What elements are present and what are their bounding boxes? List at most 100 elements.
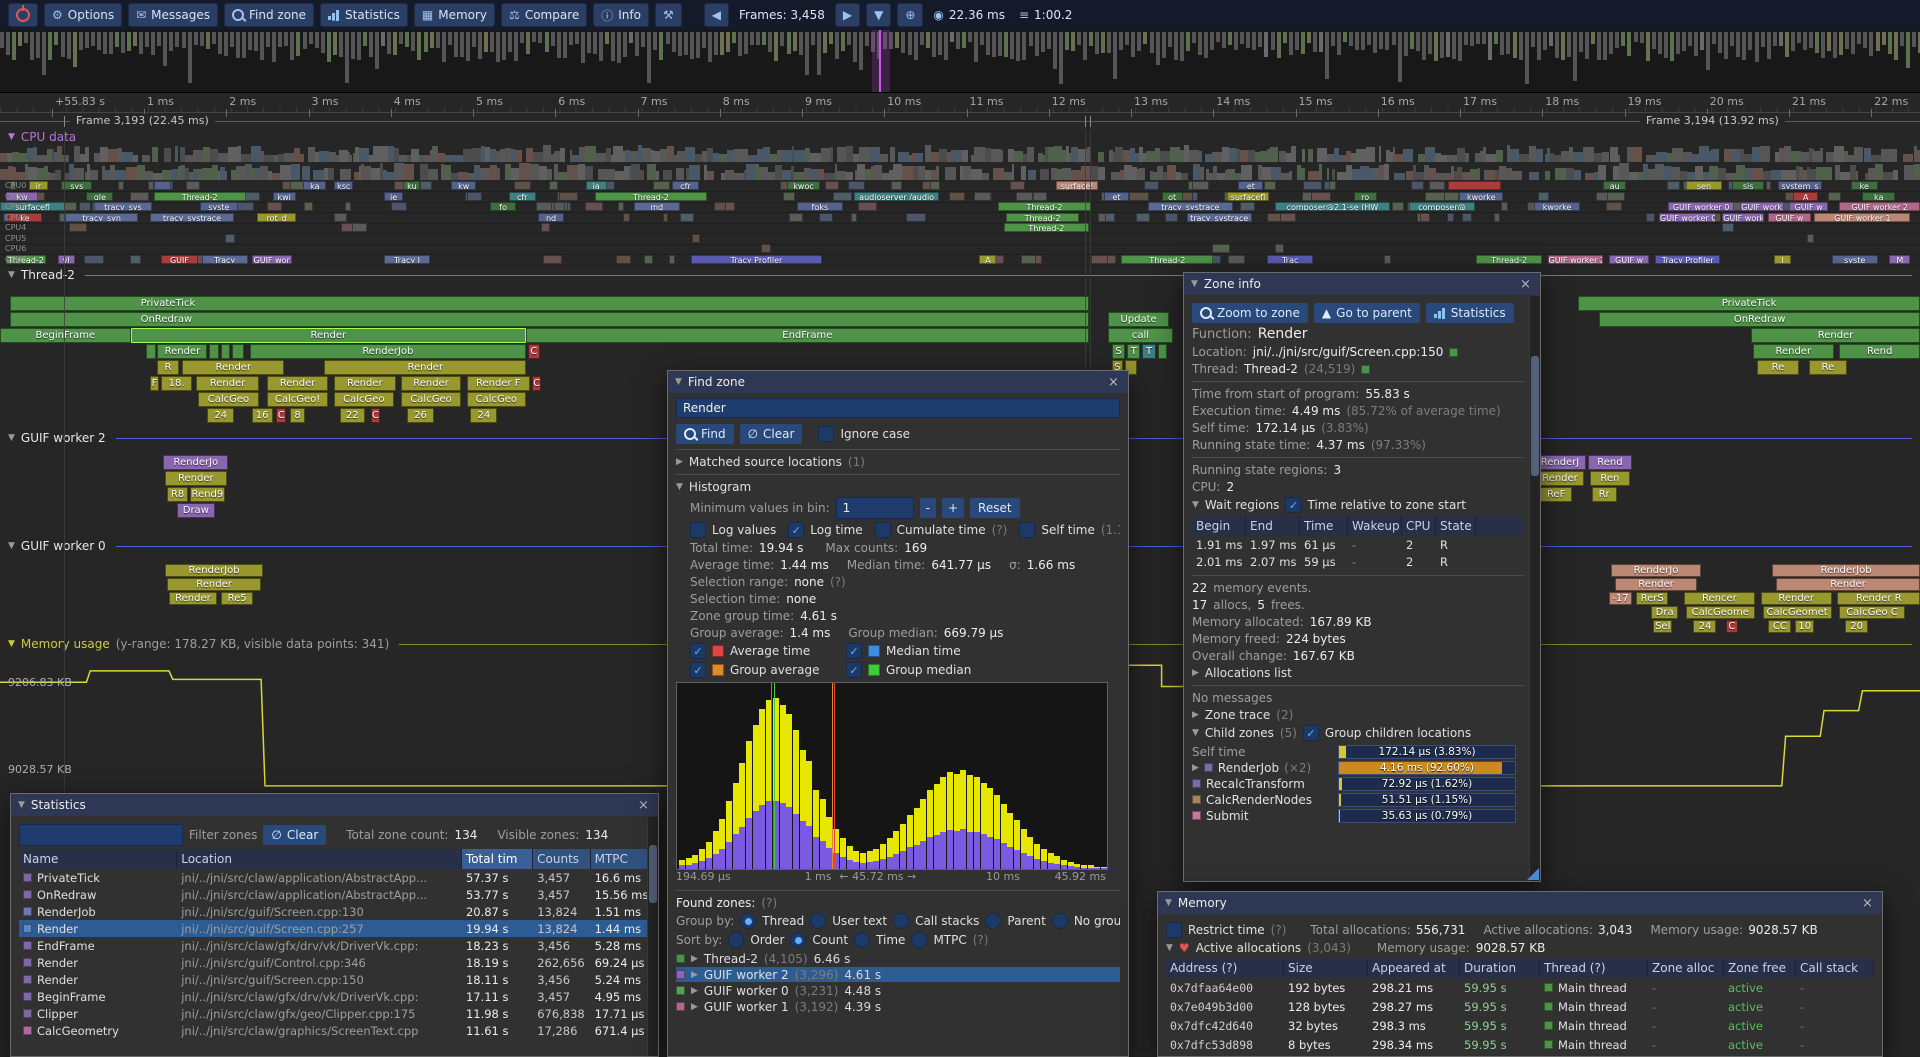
frame-bar[interactable] (1192, 32, 1196, 43)
expand-icon[interactable]: ▶ (1192, 668, 1199, 678)
frame-bar[interactable] (581, 32, 585, 63)
allocation-row[interactable]: 0x7e049b3d00128 bytes298.27 ms59.95 sMai… (1166, 997, 1874, 1016)
cpu-zone[interactable]: ke (1851, 181, 1878, 190)
sort-by-time[interactable] (854, 932, 870, 948)
frame-bar[interactable] (1531, 32, 1535, 47)
frame-bar[interactable] (1071, 32, 1075, 51)
frame-bar[interactable] (1083, 32, 1087, 60)
frame-bar[interactable] (1482, 32, 1486, 44)
zone-statistics-button[interactable]: Statistics (1426, 303, 1514, 323)
frame-bar[interactable] (787, 32, 791, 54)
cpu-zone[interactable] (1607, 192, 1625, 201)
timeline-zone[interactable]: RenderJob (1772, 564, 1920, 577)
timeline-zone[interactable]: BeginFrame (0, 328, 131, 343)
cpu-zone[interactable]: surface! (1056, 181, 1098, 190)
alloc-column-address-[interactable]: Address (?) (1166, 958, 1284, 978)
table-row[interactable]: EndFramejni/../jni/src/claw/gfx/drv/vk/D… (19, 937, 650, 954)
cpu-zone[interactable] (69, 223, 87, 232)
cpu-zone[interactable]: audioserver /audio (854, 192, 938, 201)
frame-bar[interactable] (629, 32, 633, 43)
cpu-zone[interactable]: GUIF w (1789, 202, 1827, 211)
frame-bar[interactable] (1458, 32, 1462, 61)
cpu-zone[interactable]: GUIF w (1768, 213, 1810, 222)
frame-bar[interactable] (768, 32, 772, 52)
time-ruler[interactable]: +55.83 s 1 ms2 ms3 ms4 ms5 ms6 ms7 ms8 m… (0, 93, 1920, 113)
cpu-zone[interactable] (1828, 192, 1841, 201)
group-by-no-grouping[interactable] (1052, 913, 1068, 929)
allocation-row[interactable]: 0x7dfc42d64032 bytes298.3 ms59.95 sMain … (1166, 1016, 1874, 1035)
alloc-column-appeared-at[interactable]: Appeared at (1368, 958, 1460, 978)
timeline-zone[interactable]: Render (1751, 328, 1920, 343)
frame-bar[interactable] (218, 32, 222, 54)
timeline-zone[interactable]: RenderJob (165, 564, 263, 577)
frame-bar[interactable] (587, 32, 591, 53)
frame-bar[interactable] (1150, 32, 1154, 53)
restrict-time-checkbox[interactable] (1166, 922, 1182, 938)
frame-bar[interactable] (175, 32, 179, 47)
find-button[interactable]: Find (676, 424, 734, 444)
self-time-checkbox[interactable] (1019, 522, 1035, 538)
frame-bar[interactable] (290, 32, 294, 60)
frame-bar[interactable] (974, 32, 978, 62)
frame-bar[interactable] (496, 32, 500, 62)
frame-bar[interactable] (1143, 32, 1147, 44)
timeline-zone[interactable]: CalcGeome (1686, 606, 1755, 619)
cpu-zone[interactable]: ir (29, 181, 48, 190)
cpu-zone[interactable] (186, 181, 200, 190)
thread-color-square[interactable] (1361, 365, 1370, 374)
wait-column-state[interactable]: State (1436, 516, 1476, 536)
cpu-zone[interactable] (543, 255, 562, 264)
cpu-zone[interactable] (618, 202, 624, 211)
cumulate-time-checkbox[interactable] (875, 522, 891, 538)
find-zone-histogram[interactable] (676, 682, 1108, 870)
frame-bar[interactable] (1434, 32, 1438, 61)
frame-bar[interactable] (188, 32, 192, 83)
frame-bar[interactable] (1355, 32, 1359, 50)
frame-bar[interactable] (623, 32, 627, 57)
frame-bar[interactable] (1779, 32, 1783, 46)
frame-bar[interactable] (387, 32, 391, 54)
group-by-user-text[interactable] (810, 913, 826, 929)
cpu-zone[interactable] (761, 244, 770, 253)
cpu-zone[interactable]: GUIF wor (252, 255, 292, 264)
timeline-zone[interactable]: 18. (161, 376, 192, 391)
cpu-zone[interactable] (554, 202, 565, 211)
frame-bar[interactable] (1519, 32, 1523, 60)
info-button[interactable]: ⓘInfo (593, 3, 649, 27)
cpu-zone[interactable] (1010, 181, 1025, 190)
cpu-zone[interactable]: Tracy (202, 255, 248, 264)
cpu-zone[interactable] (789, 213, 803, 222)
frame-bar[interactable] (1271, 32, 1275, 50)
frame-bar[interactable] (284, 32, 288, 46)
frame-bar[interactable] (980, 32, 984, 45)
frame-bar[interactable] (1537, 32, 1541, 60)
cpu-zone[interactable] (549, 181, 558, 190)
timeline-zone[interactable]: Ren (1590, 471, 1630, 486)
cpu-zone[interactable]: system_s (1778, 181, 1822, 190)
timeline-zone[interactable]: Render (1776, 578, 1920, 591)
frame-bar[interactable] (1513, 32, 1517, 58)
cpu-zone[interactable]: I (1774, 255, 1791, 264)
frame-bar[interactable] (1404, 32, 1408, 56)
timeline-zone[interactable]: RenderJo (1611, 564, 1701, 577)
timeline-zone[interactable]: 20 (1845, 620, 1868, 633)
expand-icon[interactable]: ▶ (691, 1002, 698, 1012)
cpu-zone[interactable] (541, 223, 551, 232)
scrollbar-thumb[interactable] (649, 845, 657, 903)
frame-bar[interactable] (484, 32, 488, 52)
column-header-counts[interactable]: Counts (533, 849, 590, 869)
frame-bar[interactable] (1888, 32, 1892, 54)
timeline-zone[interactable]: Render (131, 328, 527, 343)
frame-bar[interactable] (1410, 32, 1414, 49)
expand-icon[interactable]: ▶ (1192, 710, 1199, 720)
frame-bar[interactable] (1543, 32, 1547, 50)
frame-bar[interactable] (1053, 32, 1057, 69)
cpu-zone[interactable] (1646, 213, 1656, 222)
alloc-column-thread-[interactable]: Thread (?) (1540, 958, 1648, 978)
cpu-zone[interactable] (1538, 192, 1549, 201)
frame-bar[interactable] (1676, 32, 1680, 54)
frame-bar[interactable] (1234, 32, 1238, 50)
cpu-zone[interactable] (1136, 213, 1149, 222)
cpu-zone[interactable] (304, 202, 313, 211)
collapse-icon[interactable]: ▼ (1191, 279, 1198, 289)
